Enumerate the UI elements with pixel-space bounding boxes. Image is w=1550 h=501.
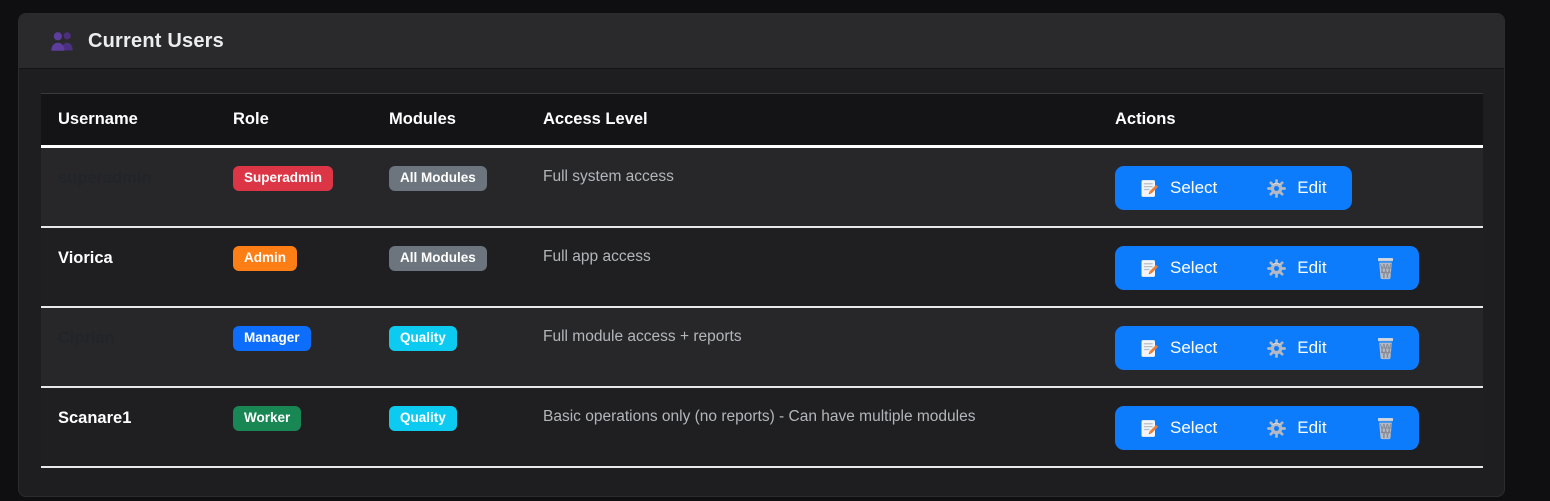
module-badge: All Modules (389, 166, 487, 191)
access-level-text: Full app access (543, 246, 651, 268)
trash-icon (1375, 417, 1396, 440)
memo-icon (1140, 419, 1159, 438)
users-icon (49, 28, 75, 54)
role-badge: Manager (233, 326, 311, 351)
select-button[interactable]: Select (1115, 326, 1242, 370)
col-header-role: Role (216, 94, 372, 147)
table-header: Username Role Modules Access Level Actio… (41, 94, 1483, 147)
role-badge: Worker (233, 406, 301, 431)
users-table: Username Role Modules Access Level Actio… (41, 93, 1483, 468)
username: superadmin (58, 166, 152, 190)
col-header-access-level: Access Level (526, 94, 1098, 147)
select-button-label: Select (1170, 418, 1217, 438)
col-header-modules: Modules (372, 94, 526, 147)
panel-title: Current Users (88, 30, 224, 53)
select-button-label: Select (1170, 338, 1217, 358)
trash-icon (1375, 257, 1396, 280)
gear-icon (1267, 339, 1286, 358)
role-badge: Superadmin (233, 166, 333, 191)
module-badge: Quality (389, 406, 457, 431)
trash-icon (1375, 337, 1396, 360)
edit-button[interactable]: Edit (1242, 326, 1351, 370)
gear-icon (1267, 419, 1286, 438)
access-level-text: Full module access + reports (543, 326, 742, 348)
delete-button[interactable] (1352, 406, 1419, 450)
role-badge: Admin (233, 246, 297, 271)
edit-button[interactable]: Edit (1242, 166, 1351, 210)
username: Ciprian (58, 326, 115, 350)
memo-icon (1140, 259, 1159, 278)
table-row: Scanare1 Worker Quality Basic operations… (41, 387, 1483, 467)
edit-button[interactable]: Edit (1242, 246, 1351, 290)
current-users-panel: Current Users Username Role Modules Acce… (18, 13, 1505, 497)
edit-button[interactable]: Edit (1242, 406, 1351, 450)
edit-button-label: Edit (1297, 338, 1326, 358)
table-row: Viorica Admin All Modules Full app acces… (41, 227, 1483, 307)
delete-button[interactable] (1352, 246, 1419, 290)
table-row: Ciprian Manager Quality Full module acce… (41, 307, 1483, 387)
actions-group: Select Edit (1115, 166, 1352, 210)
select-button-label: Select (1170, 178, 1217, 198)
delete-button[interactable] (1352, 326, 1419, 370)
select-button[interactable]: Select (1115, 246, 1242, 290)
edit-button-label: Edit (1297, 178, 1326, 198)
panel-body: Username Role Modules Access Level Actio… (19, 69, 1504, 468)
actions-group: Select Edit (1115, 246, 1419, 290)
actions-group: Select Edit (1115, 326, 1419, 370)
memo-icon (1140, 339, 1159, 358)
select-button[interactable]: Select (1115, 406, 1242, 450)
actions-group: Select Edit (1115, 406, 1419, 450)
gear-icon (1267, 259, 1286, 278)
gear-icon (1267, 179, 1286, 198)
access-level-text: Basic operations only (no reports) - Can… (543, 406, 976, 428)
edit-button-label: Edit (1297, 258, 1326, 278)
module-badge: Quality (389, 326, 457, 351)
access-level-text: Full system access (543, 166, 674, 188)
select-button-label: Select (1170, 258, 1217, 278)
edit-button-label: Edit (1297, 418, 1326, 438)
module-badge: All Modules (389, 246, 487, 271)
memo-icon (1140, 179, 1159, 198)
col-header-actions: Actions (1098, 94, 1483, 147)
table-row: superadmin Superadmin All Modules Full s… (41, 147, 1483, 228)
username: Scanare1 (58, 406, 131, 430)
col-header-username: Username (41, 94, 216, 147)
username: Viorica (58, 246, 113, 270)
panel-header: Current Users (19, 14, 1504, 69)
select-button[interactable]: Select (1115, 166, 1242, 210)
